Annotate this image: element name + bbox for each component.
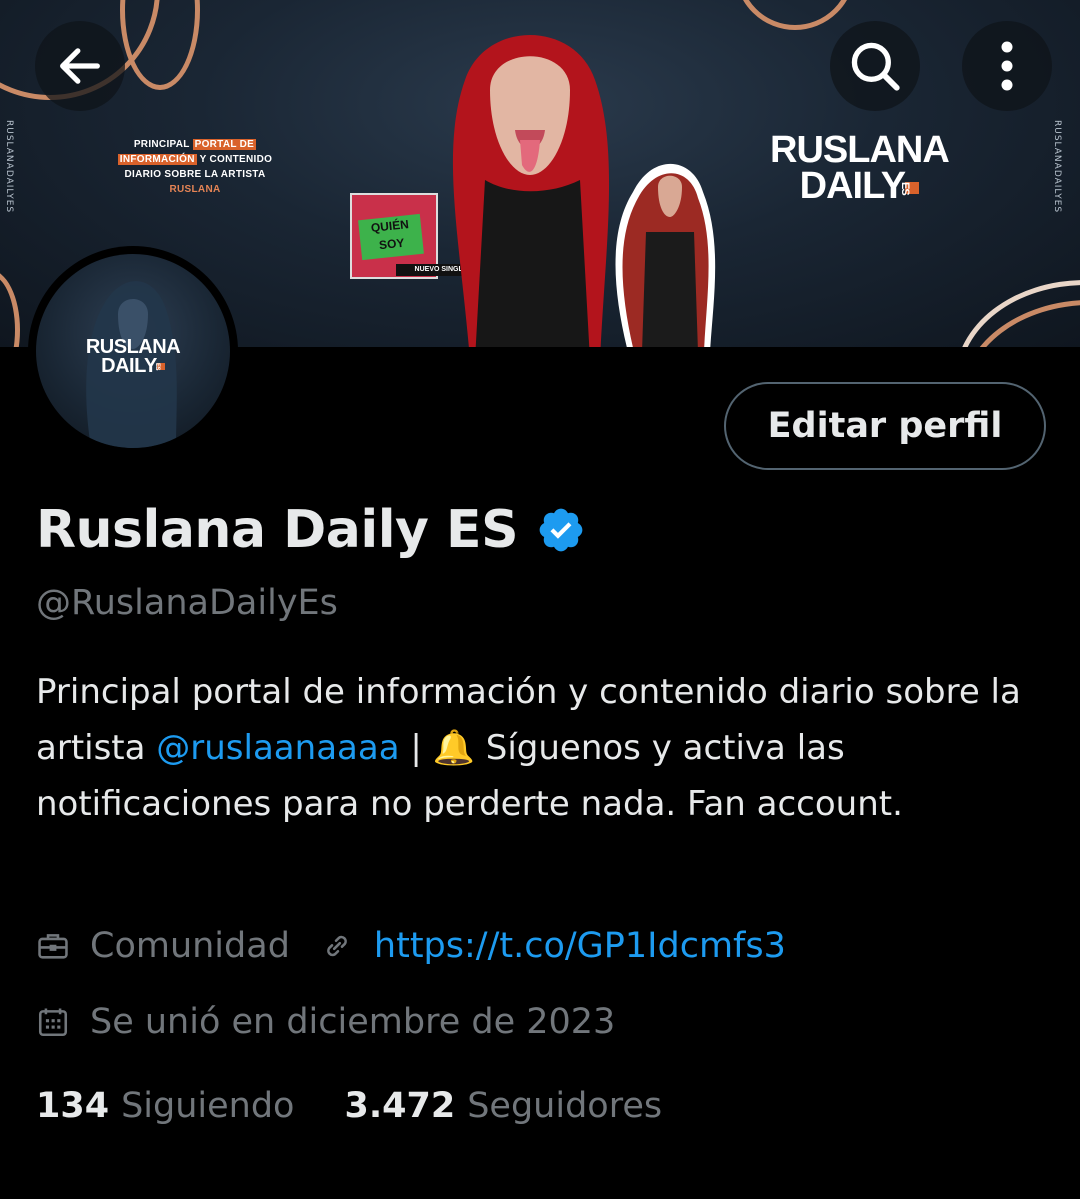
banner-brand-logo: RUSLANA DAILYES <box>770 129 950 207</box>
avatar-logo-es: ES <box>154 363 165 371</box>
banner-tagline-artist: RUSLANA <box>169 184 221 195</box>
banner-side-handle: RUSLANADAILYES <box>4 120 14 214</box>
avatar-image: RUSLANA DAILYES <box>36 254 230 448</box>
briefcase-icon <box>38 934 68 959</box>
banner-logo-line: DAILYES <box>770 165 949 207</box>
following-label: Siguiendo <box>121 1086 295 1126</box>
banner-tagline: PRINCIPAL PORTAL DE INFORMACIÓN Y CONTEN… <box>110 137 280 197</box>
avatar-brand-logo: RUSLANA DAILYES <box>36 337 230 376</box>
banner-decor-curve <box>735 0 855 30</box>
banner-tagline-highlight: PORTAL DE <box>192 139 257 150</box>
profile-website-link[interactable]: https://t.co/GP1Idcmfs3 <box>374 926 786 966</box>
banner-side-handle: RUSLANADAILYES <box>1052 120 1062 214</box>
banner-logo-line: RUSLANA <box>770 129 950 171</box>
profile-handle: @RuslanaDailyEs <box>36 583 338 623</box>
verified-badge-icon[interactable] <box>536 505 586 555</box>
display-name-row: Ruslana Daily ES <box>36 500 586 560</box>
profile-joined-date: Se unió en diciembre de 2023 <box>90 1002 616 1042</box>
avatar-logo-line: DAILYES <box>36 356 230 376</box>
banner-decor-curve <box>0 270 20 347</box>
banner-tagline-text: DIARIO SOBRE LA ARTISTA <box>124 169 266 180</box>
calendar-icon <box>38 1008 68 1037</box>
followers-link[interactable]: 3.472 Seguidores <box>344 1086 662 1126</box>
search-button[interactable] <box>830 21 920 111</box>
banner-tagline-text: Y CONTENIDO <box>199 154 273 165</box>
display-name: Ruslana Daily ES <box>36 500 519 560</box>
edit-profile-button[interactable]: Editar perfil <box>724 382 1046 470</box>
artist-cutout-photo <box>615 163 716 347</box>
profile-meta-row: Comunidad https://t.co/GP1Idcmfs3 <box>36 926 786 966</box>
banner-logo-es: ES <box>899 181 920 195</box>
arrow-left-icon <box>60 48 100 84</box>
banner-tagline-highlight: INFORMACIÓN <box>117 154 197 165</box>
search-icon <box>851 42 900 91</box>
more-vertical-icon <box>1001 41 1013 91</box>
banner-decor-curve <box>120 0 200 90</box>
back-button[interactable] <box>35 21 125 111</box>
link-icon <box>327 935 347 957</box>
profile-category: Comunidad <box>90 926 290 966</box>
followers-count: 3.472 <box>344 1086 456 1126</box>
profile-avatar[interactable]: RUSLANA DAILYES <box>28 246 238 456</box>
following-link[interactable]: 134 Siguiendo <box>36 1086 294 1126</box>
banner-logo-line-text: DAILY <box>799 165 907 207</box>
followers-label: Seguidores <box>467 1086 663 1126</box>
banner-tagline-text: PRINCIPAL <box>133 139 190 150</box>
more-options-button[interactable] <box>962 21 1052 111</box>
bio-mention-link[interactable]: @ruslaanaaaa <box>156 728 399 768</box>
profile-stats: 134 Siguiendo 3.472 Seguidores <box>36 1086 712 1126</box>
following-count: 134 <box>36 1086 110 1126</box>
profile-bio: Principal portal de información y conten… <box>36 664 1046 832</box>
profile-joined-row: Se unió en diciembre de 2023 <box>36 1002 615 1042</box>
single-cover-title: QUIÉN SOY <box>358 213 424 261</box>
